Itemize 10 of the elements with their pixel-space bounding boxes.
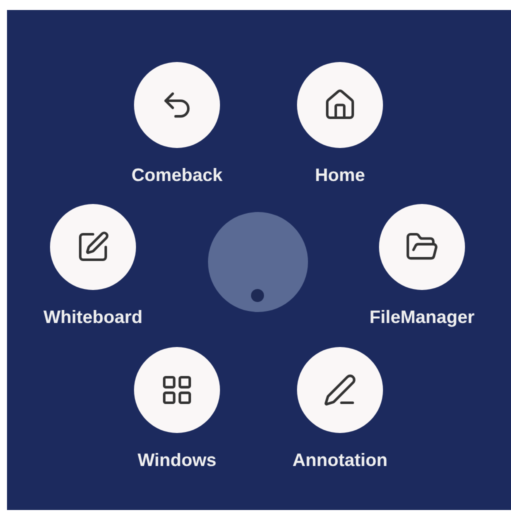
- home-icon: [323, 88, 357, 122]
- pen-line-icon: [323, 373, 357, 407]
- menu-item-label: Home: [314, 164, 366, 186]
- menu-item-label: Annotation: [292, 449, 388, 471]
- grid-icon: [160, 373, 194, 407]
- menu-item-label: FileManager: [368, 306, 476, 328]
- menu-item-label: Windows: [136, 449, 218, 471]
- menu-item-label: Whiteboard: [42, 306, 144, 328]
- square-pen-icon: [76, 230, 110, 264]
- menu-item-label: Comeback: [130, 164, 224, 186]
